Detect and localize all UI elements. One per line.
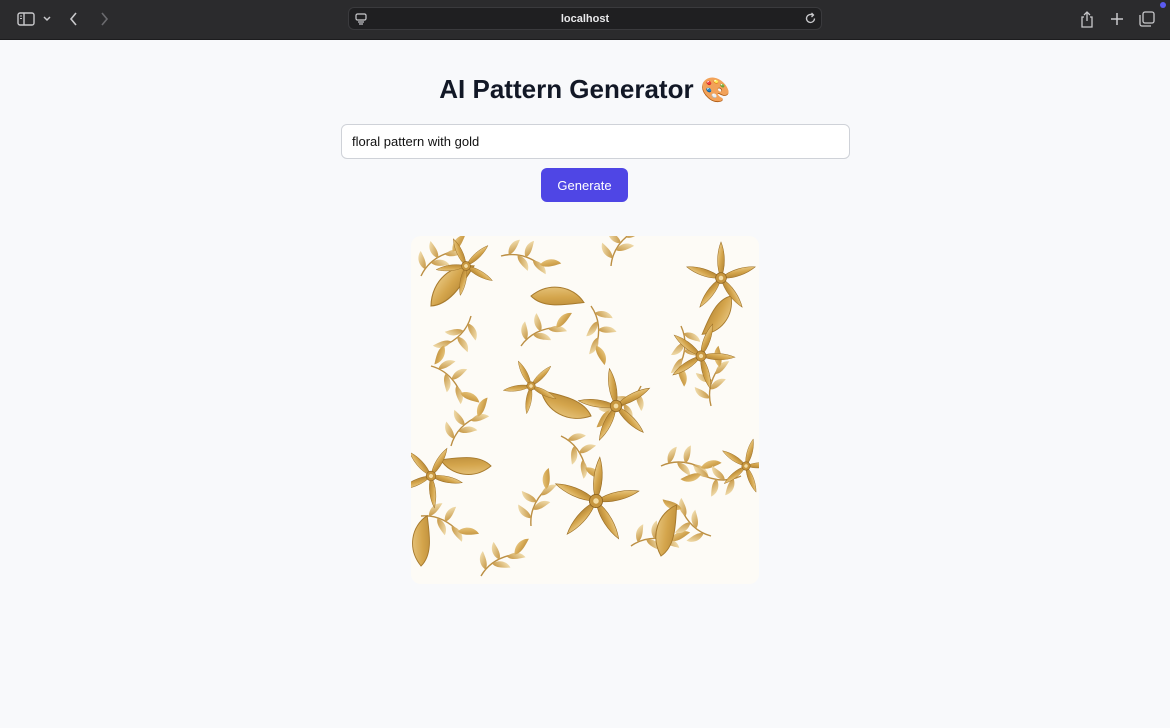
prompt-input[interactable] xyxy=(341,124,850,159)
forward-button[interactable] xyxy=(96,8,112,30)
share-icon[interactable] xyxy=(1078,8,1096,30)
chevron-left-icon xyxy=(69,12,79,26)
address-bar[interactable]: localhost xyxy=(348,7,822,30)
floral-pattern-graphic xyxy=(411,236,759,584)
palette-icon: 🎨 xyxy=(700,77,731,104)
chevron-right-icon xyxy=(99,12,109,26)
generated-pattern-image xyxy=(411,236,759,584)
reload-icon[interactable] xyxy=(804,12,817,30)
notification-dot xyxy=(1160,2,1166,8)
page-title: AI Pattern Generator 🎨 xyxy=(0,72,1170,108)
chevron-down-icon[interactable] xyxy=(41,8,53,30)
url-text: localhost xyxy=(560,13,610,25)
plus-icon[interactable] xyxy=(1108,8,1126,30)
page-title-text: AI Pattern Generator xyxy=(439,74,694,104)
back-button[interactable] xyxy=(66,8,82,30)
tabs-overview-icon[interactable] xyxy=(1138,8,1156,30)
sidebar-icon[interactable] xyxy=(16,8,36,30)
browser-toolbar: localhost xyxy=(0,0,1170,40)
generate-button[interactable]: Generate xyxy=(541,168,628,202)
